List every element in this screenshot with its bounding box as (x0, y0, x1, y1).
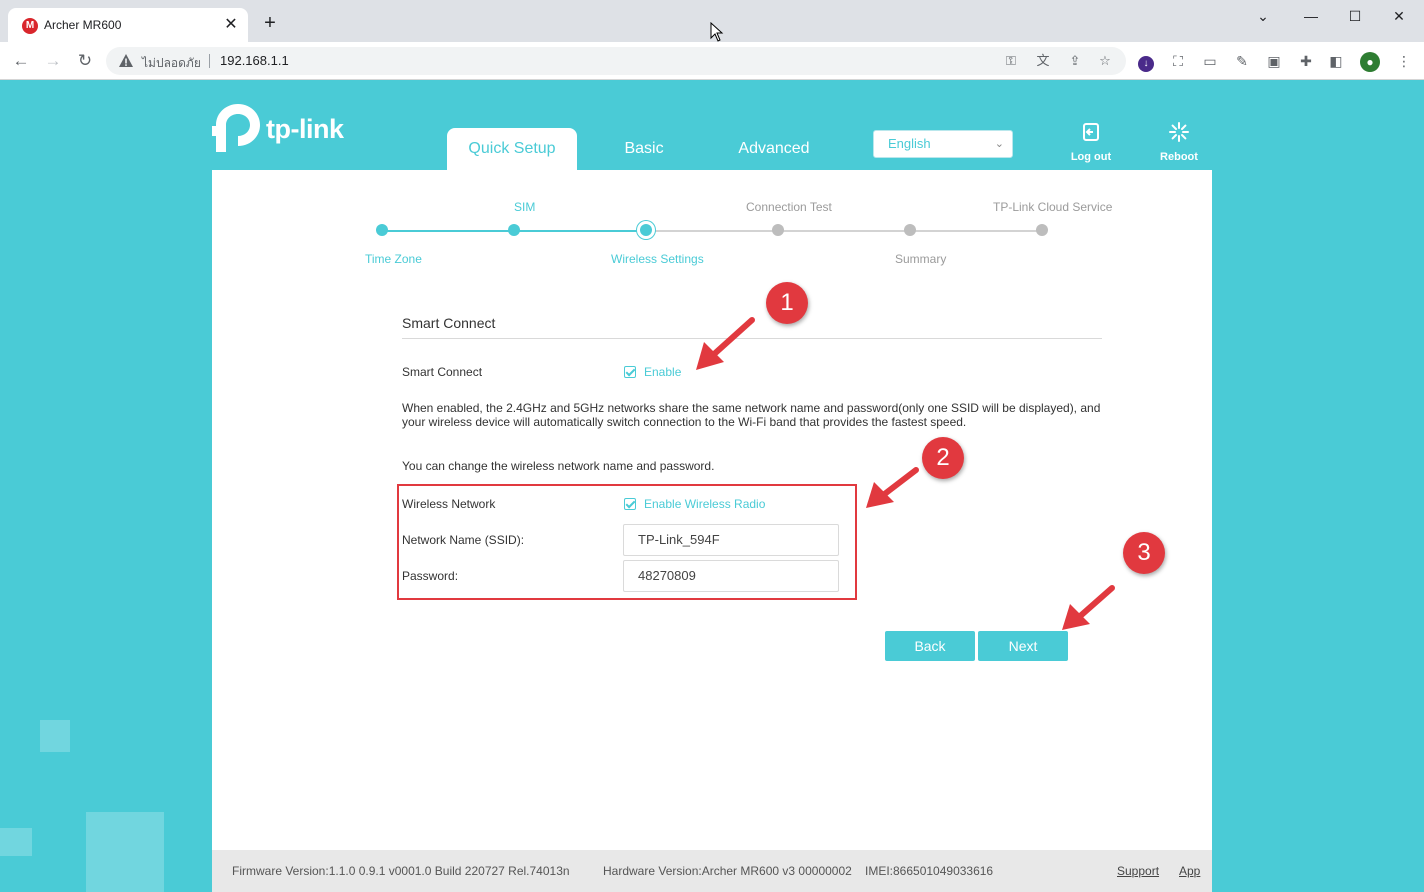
cast-extension-icon[interactable]: ▭ (1200, 51, 1220, 71)
next-button[interactable]: Next (978, 631, 1068, 661)
profile-avatar-icon[interactable]: ● (1360, 51, 1380, 72)
url-text[interactable]: 192.168.1.1 (220, 53, 289, 68)
step-label-summary: Summary (895, 252, 947, 266)
smart-connect-description: When enabled, the 2.4GHz and 5GHz networ… (402, 401, 1101, 429)
annotation-badge-1: 1 (766, 282, 808, 324)
step-label-wireless-settings: Wireless Settings (611, 252, 704, 266)
annotation-highlight-box (397, 484, 857, 600)
annotation-arrow-1 (696, 317, 755, 370)
annotation-arrow-3 (1062, 585, 1115, 630)
maximize-icon[interactable]: ☐ (1340, 4, 1370, 28)
decorative-square (40, 720, 70, 752)
minimize-icon[interactable]: — (1296, 4, 1326, 28)
router-favicon-icon: M (22, 18, 38, 34)
browser-toolbar: ← → ↻ ไม่ปลอดภัย 192.168.1.1 ⚿ 文 ⇪ ☆ ↓ ⛶… (0, 42, 1424, 80)
step-label-connection-test: Connection Test (746, 200, 832, 214)
key-icon[interactable]: ⚿ (1002, 52, 1020, 70)
reboot-button[interactable]: Reboot (1151, 122, 1207, 163)
app-link[interactable]: App (1179, 864, 1200, 878)
not-secure-label[interactable]: ไม่ปลอดภัย (142, 54, 201, 73)
omnibox-divider (209, 54, 210, 68)
capture-extension-icon[interactable]: ▣ (1264, 51, 1284, 71)
stepper-track-pending (646, 230, 1042, 232)
reboot-icon (1169, 122, 1189, 142)
mouse-cursor-icon (710, 22, 724, 42)
step-label-sim: SIM (514, 200, 536, 214)
annotation-badge-3: 3 (1123, 532, 1165, 574)
tab-quick-setup[interactable]: Quick Setup (447, 128, 577, 170)
change-name-note: You can change the wireless network name… (402, 459, 715, 473)
tab-search-icon[interactable]: ⌄ (1248, 4, 1278, 28)
tab-basic[interactable]: Basic (600, 128, 688, 170)
smart-connect-checkbox[interactable] (624, 366, 636, 378)
reboot-label: Reboot (1160, 151, 1198, 163)
tab-close-icon[interactable]: ✕ (222, 16, 240, 34)
step-label-time-zone: Time Zone (365, 252, 422, 266)
decorative-square (86, 812, 164, 892)
section-title: Smart Connect (402, 315, 496, 331)
share-icon[interactable]: ⇪ (1066, 52, 1084, 70)
edit-extension-icon[interactable]: ✎ (1232, 51, 1252, 71)
reload-icon[interactable]: ↻ (74, 50, 96, 72)
bookmark-star-icon[interactable]: ☆ (1096, 52, 1114, 70)
back-arrow-icon[interactable]: ← (10, 50, 32, 72)
window-close-icon[interactable]: ✕ (1384, 4, 1414, 28)
step-dot-summary (904, 224, 916, 236)
step-dot-cloud-service (1036, 224, 1048, 236)
page-footer: Firmware Version:1.1.0 0.9.1 v0001.0 Bui… (212, 850, 1212, 892)
step-dot-sim (508, 224, 520, 236)
step-dot-time-zone (376, 224, 388, 236)
new-tab-icon[interactable]: + (260, 13, 280, 33)
browser-tab[interactable]: M Archer MR600 ✕ (8, 8, 248, 42)
warning-icon (119, 54, 133, 67)
annotation-badge-2: 2 (922, 437, 964, 479)
tab-title: Archer MR600 (44, 18, 122, 32)
chevron-down-icon: ⌄ (994, 138, 1004, 150)
logout-icon (1083, 123, 1099, 141)
back-button[interactable]: Back (885, 631, 975, 661)
screenshot-extension-icon[interactable]: ⛶ (1168, 51, 1188, 71)
router-page: tp-link Quick Setup Basic Advanced Engli… (0, 80, 1424, 892)
browser-menu-icon[interactable]: ⋮ (1394, 51, 1414, 71)
annotation-arrow-2 (866, 467, 919, 508)
smart-connect-label: Smart Connect (402, 365, 483, 379)
hardware-version: Hardware Version:Archer MR600 v3 0000000… (603, 864, 852, 878)
address-bar[interactable]: ไม่ปลอดภัย 192.168.1.1 ⚿ 文 ⇪ ☆ (106, 47, 1126, 75)
tab-advanced[interactable]: Advanced (724, 128, 824, 170)
smart-connect-enable-label[interactable]: Enable (644, 365, 681, 379)
translate-icon[interactable]: 文 (1034, 52, 1052, 70)
logo-text: tp-link (266, 114, 344, 144)
step-label-cloud-service: TP-Link Cloud Service (993, 200, 1113, 214)
side-panel-icon[interactable]: ◧ (1326, 51, 1346, 71)
step-dot-connection-test (772, 224, 784, 236)
logout-label: Log out (1070, 151, 1112, 163)
logout-button[interactable]: Log out (1063, 122, 1119, 163)
firmware-version: Firmware Version:1.1.0 0.9.1 v0001.0 Bui… (232, 864, 570, 878)
puzzle-extensions-icon[interactable]: ✚ (1296, 51, 1316, 71)
tp-link-logo: tp-link (212, 102, 352, 154)
forward-arrow-icon[interactable]: → (42, 50, 64, 72)
download-extension-icon[interactable]: ↓ (1136, 51, 1156, 72)
decorative-square (0, 828, 32, 856)
tp-link-logo-icon (212, 104, 260, 152)
language-select[interactable]: English ⌄ (873, 130, 1013, 158)
step-dot-wireless-settings (640, 224, 652, 236)
language-value: English (888, 136, 931, 151)
imei-text: IMEI:866501049033616 (865, 864, 994, 878)
support-link[interactable]: Support (1117, 864, 1159, 878)
